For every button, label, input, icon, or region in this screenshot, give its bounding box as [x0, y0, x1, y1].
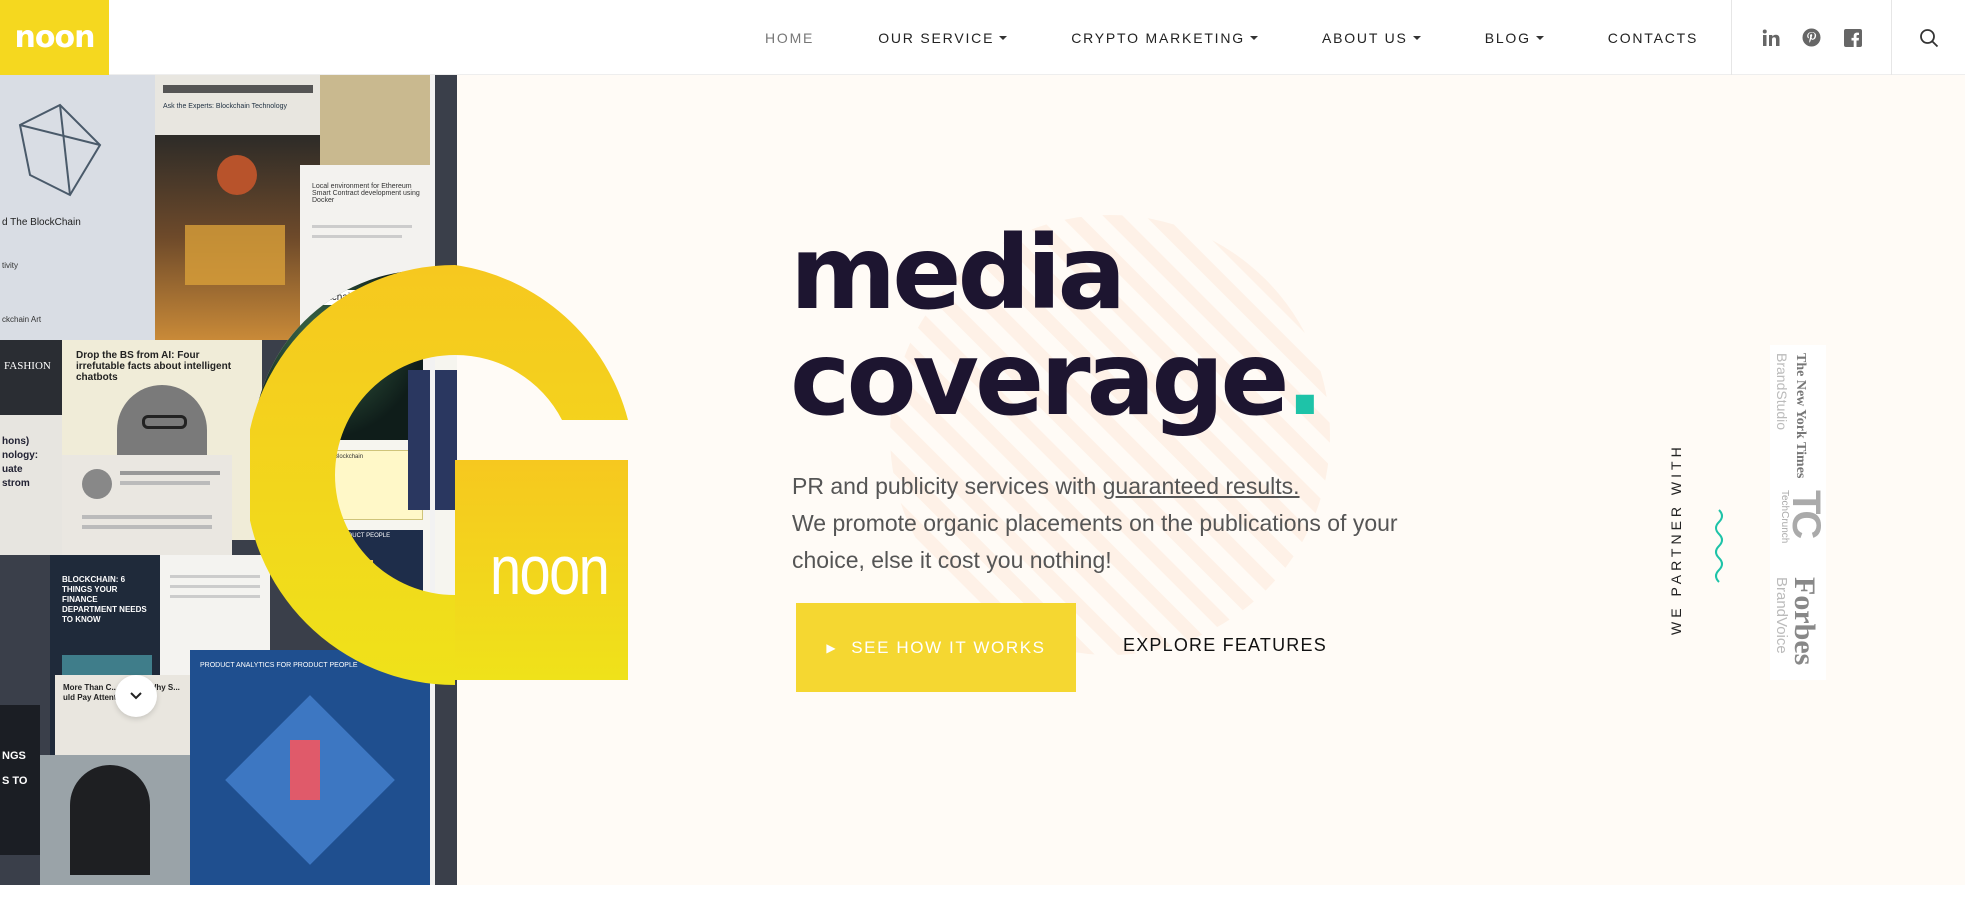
- headline-line-2: coverage: [790, 320, 1290, 439]
- collage-text: Local environment for Ethereum Smart Con…: [312, 183, 420, 204]
- nav-blog[interactable]: BLOG: [1485, 30, 1544, 46]
- hero-subtext: PR and publicity services with guarantee…: [792, 468, 1412, 579]
- brand-logo[interactable]: noon: [0, 0, 109, 75]
- subtext-prefix: PR and publicity services with: [792, 473, 1103, 499]
- collage-text: NGS: [2, 750, 26, 762]
- caret-down-icon: [1249, 35, 1258, 40]
- nav-contacts[interactable]: CONTACTS: [1608, 30, 1698, 46]
- collage-text: strom: [2, 478, 30, 489]
- button-label: SEE HOW IT WORKS: [851, 637, 1046, 657]
- nav-label: CRYPTO MARKETING: [1071, 29, 1245, 46]
- nav-label: ABOUT US: [1321, 29, 1408, 46]
- collage-text: ckchain Art: [2, 315, 42, 324]
- collage-text: uate: [2, 464, 23, 475]
- collage-text: BLOCKCHAIN: 6 THINGS YOUR FINANCE DEPART…: [62, 575, 147, 624]
- nyt-logo: The New York Times BrandStudio: [1774, 353, 1808, 479]
- play-icon: ▶: [826, 640, 838, 655]
- site-header: noon HOME OUR SERVICE CRYPTO MARKETING A…: [0, 0, 1965, 75]
- guaranteed-results-link[interactable]: guaranteed results.: [1103, 473, 1300, 499]
- subtext-body: We promote organic placements on the pub…: [792, 510, 1398, 573]
- headline-dot: .: [1285, 320, 1325, 439]
- nav-label: CONTACTS: [1607, 29, 1699, 46]
- search-icon: [1919, 28, 1938, 47]
- squiggle-decoration: [1715, 509, 1723, 583]
- collage-text: Ask the Experts: Blockchain Technology: [163, 103, 287, 110]
- logo-text: noon: [14, 20, 96, 55]
- chevron-down-icon: [130, 692, 142, 700]
- nav-label: HOME: [765, 29, 815, 46]
- collage-tile: [320, 75, 430, 165]
- collage-tile: hons) nology: uate strom: [0, 415, 62, 555]
- nav-label: OUR SERVICE: [878, 29, 995, 46]
- facebook-icon[interactable]: [1843, 28, 1863, 48]
- hero-section: d The BlockChain tivity ckchain Art Ask …: [0, 75, 1965, 885]
- search-button[interactable]: [1892, 0, 1965, 75]
- headline-line-1: media: [790, 214, 1126, 333]
- partner-label: WE PARTNER WITH: [1668, 443, 1684, 635]
- collage-text: FASHION: [4, 360, 51, 372]
- collage-tile: d The BlockChain tivity ckchain Art: [0, 75, 155, 340]
- collage-text: Drop the BS from AI: Four irrefutable fa…: [76, 350, 232, 383]
- scroll-down-button[interactable]: [115, 675, 157, 717]
- forbes-logo: Forbes BrandVoice: [1773, 577, 1821, 666]
- collage-text: nology:: [2, 450, 39, 461]
- collage-text: hons): [2, 436, 30, 447]
- explore-features-button[interactable]: EXPLORE FEATURES: [1123, 635, 1327, 656]
- collage-text: S TO: [2, 775, 28, 787]
- linkedin-icon[interactable]: [1761, 28, 1781, 48]
- nav-about-us[interactable]: ABOUT US: [1322, 30, 1421, 46]
- nav-crypto-marketing[interactable]: CRYPTO MARKETING: [1071, 30, 1258, 46]
- nav-our-service[interactable]: OUR SERVICE: [878, 29, 1008, 46]
- partner-logos: The New York Times BrandStudio TC TechCr…: [1770, 345, 1828, 680]
- brand-g-mark: noon: [245, 265, 640, 700]
- see-how-it-works-button[interactable]: ▶ SEE HOW IT WORKS: [796, 603, 1076, 692]
- pinterest-icon[interactable]: [1802, 28, 1822, 48]
- caret-down-icon: [1535, 35, 1544, 40]
- collage-text: d The BlockChain: [2, 217, 81, 228]
- social-links: [1731, 0, 1892, 75]
- caret-down-icon: [999, 35, 1008, 40]
- g-logo-text: noon: [490, 531, 610, 609]
- techcrunch-logo: TC TechCrunch: [1779, 490, 1828, 544]
- caret-down-icon: [1412, 35, 1421, 40]
- nav-home[interactable]: HOME: [765, 30, 814, 46]
- hero-headline: media coverage.: [790, 214, 1324, 433]
- main-nav: HOME OUR SERVICE CRYPTO MARKETING ABOUT …: [765, 0, 1698, 75]
- collage-tile: NGS S TO: [0, 705, 40, 855]
- nav-label: BLOG: [1484, 29, 1531, 46]
- collage-text: tivity: [2, 261, 18, 270]
- collage-tile: [40, 755, 190, 885]
